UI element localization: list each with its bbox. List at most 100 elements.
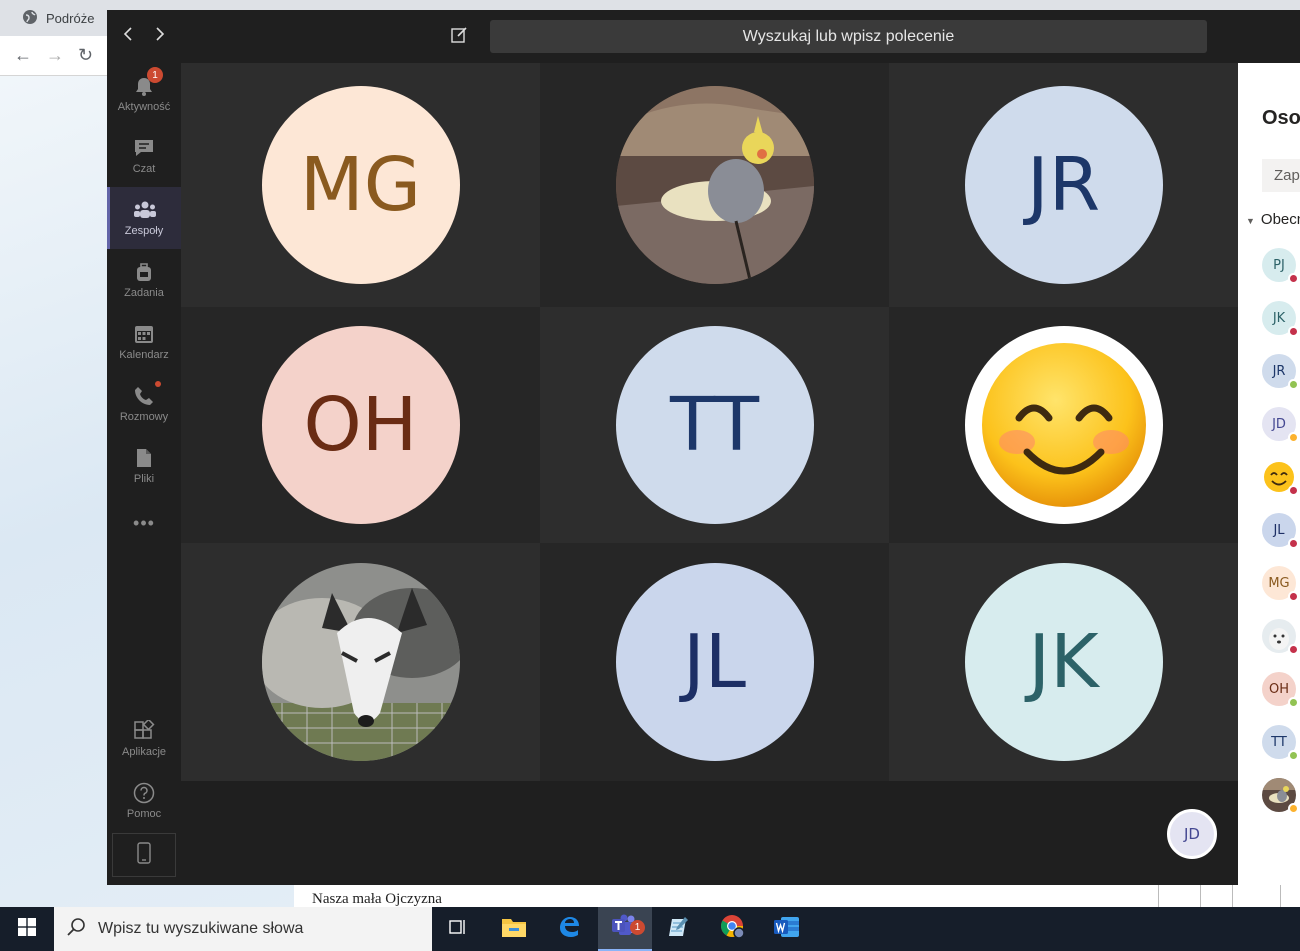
back-chevron-icon[interactable] xyxy=(123,26,133,46)
app-rail: 1 Aktywność Czat Zespoły Zadania Kalenda… xyxy=(107,63,181,885)
search-icon xyxy=(66,917,86,942)
participant-tile[interactable]: JK xyxy=(889,543,1238,781)
command-search-input[interactable]: Wyszukaj lub wpisz polecenie xyxy=(490,20,1207,53)
file-explorer-icon xyxy=(501,916,527,943)
edge-button[interactable] xyxy=(542,907,596,951)
present-section-header[interactable]: ▼ Obecni xyxy=(1246,211,1300,228)
person-avatar[interactable]: MG xyxy=(1262,566,1299,602)
person-avatar[interactable] xyxy=(1262,460,1299,496)
participant-tile[interactable]: OH xyxy=(181,307,540,543)
globe-icon xyxy=(22,9,38,28)
rail-item-chat[interactable]: Czat xyxy=(107,125,181,187)
cockatiel-photo xyxy=(615,86,814,284)
person-avatar[interactable] xyxy=(1262,619,1299,655)
task-view-button[interactable] xyxy=(431,907,485,951)
person-avatar[interactable] xyxy=(1262,778,1299,814)
person-avatar[interactable]: JK xyxy=(1262,301,1299,337)
word-button[interactable] xyxy=(760,907,814,951)
backpack-icon xyxy=(133,261,155,283)
person-avatar[interactable]: JR xyxy=(1262,354,1299,390)
forward-chevron-icon[interactable] xyxy=(155,26,165,46)
person-avatar[interactable]: TT xyxy=(1262,725,1299,761)
participant-tile[interactable]: JR xyxy=(889,63,1238,307)
divider xyxy=(1232,885,1233,908)
avatar-initials: OH xyxy=(303,382,418,468)
avatar-initials: TT xyxy=(669,382,760,468)
mobile-app-button[interactable] xyxy=(112,833,176,877)
invite-input[interactable]: Zaproś xyxy=(1262,159,1300,192)
meeting-stage: MG JR OH TT JL JK JD xyxy=(181,63,1238,885)
participant-tile[interactable]: MG xyxy=(181,63,540,307)
browser-tab[interactable]: Podróże xyxy=(0,0,108,36)
person-initials: JD xyxy=(1272,416,1286,432)
reload-icon[interactable]: ↻ xyxy=(78,45,93,66)
person-initials: OH xyxy=(1268,681,1289,697)
teams-taskbar-badge: 1 xyxy=(630,919,645,935)
fox-photo-avatar xyxy=(261,563,460,761)
taskbar-search-input[interactable]: Wpisz tu wyszukiwane słowa xyxy=(54,907,432,951)
task-view-icon xyxy=(448,918,468,941)
presence-status-dot xyxy=(1288,485,1299,496)
chrome-button[interactable] xyxy=(706,907,760,951)
search-placeholder: Wyszukaj lub wpisz polecenie xyxy=(742,27,955,45)
teams-taskbar-button[interactable]: 1 xyxy=(598,907,652,951)
compose-icon[interactable] xyxy=(450,26,468,48)
rail-item-apps[interactable]: Aplikacje xyxy=(107,708,181,770)
forward-arrow-icon[interactable]: → xyxy=(46,45,64,66)
rail-item-calls[interactable]: Rozmowy xyxy=(107,373,181,435)
edge-icon xyxy=(557,915,581,944)
calendar-icon xyxy=(133,323,155,345)
participant-tile[interactable]: TT xyxy=(540,307,889,543)
more-icon: ••• xyxy=(133,512,155,533)
participant-avatar: JR xyxy=(964,86,1163,284)
participant-avatar: TT xyxy=(615,326,814,524)
teams-title-bar: Wyszukaj lub wpisz polecenie xyxy=(107,10,1300,63)
person-avatar[interactable]: PJ xyxy=(1262,248,1299,284)
presence-status-dot xyxy=(1288,750,1299,761)
back-arrow-icon[interactable]: ← xyxy=(14,45,32,66)
person-avatar[interactable]: OH xyxy=(1262,672,1299,708)
more-apps-button[interactable]: ••• xyxy=(107,503,181,543)
rail-label: Pomoc xyxy=(126,808,162,820)
divider xyxy=(1158,885,1159,908)
presence-status-dot xyxy=(1288,538,1299,549)
apps-icon xyxy=(133,718,155,742)
person-initials: JR xyxy=(1272,363,1286,379)
participant-tile[interactable] xyxy=(540,63,889,307)
rail-item-activity[interactable]: 1 Aktywność xyxy=(107,63,181,125)
notepad-button[interactable] xyxy=(651,907,705,951)
participant-tile[interactable]: JL xyxy=(540,543,889,781)
rail-item-calendar[interactable]: Kalendarz xyxy=(107,311,181,373)
presence-status-dot xyxy=(1288,644,1299,655)
rail-item-files[interactable]: Pliki xyxy=(107,435,181,497)
person-initials: TT xyxy=(1271,734,1287,750)
rail-label: Zespoły xyxy=(124,225,164,237)
teams-icon: 1 xyxy=(611,914,645,943)
self-avatar[interactable]: JD xyxy=(1167,809,1217,859)
participant-tile[interactable] xyxy=(889,307,1238,543)
chat-icon xyxy=(133,137,155,159)
person-avatar[interactable]: JD xyxy=(1262,407,1299,443)
collapse-caret-icon: ▼ xyxy=(1246,216,1255,226)
rail-label: Pliki xyxy=(133,473,155,485)
avatar-initials: MG xyxy=(299,142,422,228)
start-button[interactable] xyxy=(0,907,54,951)
calls-notification-dot xyxy=(155,381,161,387)
file-explorer-button[interactable] xyxy=(487,907,541,951)
teams-group-icon xyxy=(133,199,156,221)
presence-status-dot xyxy=(1288,697,1299,708)
smiling-emoji-icon xyxy=(981,343,1146,507)
rail-item-teams[interactable]: Zespoły xyxy=(107,187,181,249)
person-avatar[interactable]: JL xyxy=(1262,513,1299,549)
rail-item-assignments[interactable]: Zadania xyxy=(107,249,181,311)
chrome-icon xyxy=(720,914,746,945)
participant-tile[interactable] xyxy=(181,543,540,781)
document-heading: Nasza mała Ojczyzna xyxy=(312,891,442,907)
divider xyxy=(1200,885,1201,908)
rail-item-help[interactable]: Pomoc xyxy=(107,770,181,832)
person-initials: PJ xyxy=(1273,257,1285,273)
taskbar-search-placeholder: Wpisz tu wyszukiwane słowa xyxy=(98,920,304,937)
notepad-icon xyxy=(667,916,689,943)
mobile-phone-icon xyxy=(137,841,151,869)
participant-avatar: JL xyxy=(615,563,814,761)
